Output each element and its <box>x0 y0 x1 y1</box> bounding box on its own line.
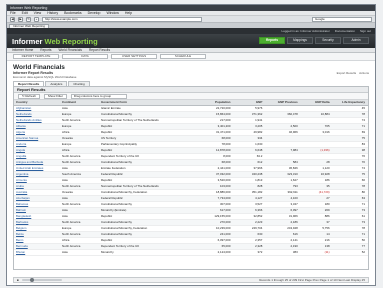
pager: ■ Records 1 through 25 of 239 First Page… <box>13 277 369 283</box>
first-page-link[interactable]: First Page <box>298 278 312 282</box>
user-settings-button[interactable]: USER SETTINGS <box>111 54 157 59</box>
cell-population: 2,124,000 <box>194 249 234 256</box>
menu-bookmarks[interactable]: Bookmarks <box>64 11 82 15</box>
report-description: Economic data against MySQL World Databa… <box>13 75 77 79</box>
report-template-button[interactable]: REPORT TEMPLATE <box>13 54 59 59</box>
brand-accent: Web Reporting <box>44 36 98 46</box>
report-toolstrip: REPORT TEMPLATE DATA USER SETTINGS SCHED… <box>7 53 375 61</box>
forward-icon[interactable]: ▶ <box>18 16 23 22</box>
tab-charting[interactable]: Charting <box>68 81 90 86</box>
menu-file[interactable]: File <box>10 11 16 15</box>
cell-gnp-delta: (11) <box>300 249 333 256</box>
app-logo: Informer Web Reporting <box>12 37 98 46</box>
breadcrumb-reports[interactable]: Reports <box>40 48 51 52</box>
cell-gnp: 372 <box>233 249 266 256</box>
refresh-label: Refresh <box>25 93 36 98</box>
add-bookmark-icon[interactable]: + <box>34 16 39 22</box>
page-indicator: Page 1 of 10 <box>319 278 337 282</box>
tab-mappings[interactable]: Mappings <box>287 37 313 44</box>
results-panel: Report Results ↻ Refresh Show Filter Dra… <box>13 86 369 270</box>
tab-admin[interactable]: Admin <box>343 37 369 44</box>
tab-report-results[interactable]: Report Results <box>13 81 45 86</box>
page-size-select[interactable]: Display 25 <box>351 278 365 282</box>
main-nav: Reports Mappings Security Admin <box>259 37 369 44</box>
cell-continent: Asia <box>60 249 99 256</box>
menu-view[interactable]: View <box>34 11 42 15</box>
pager-info: Records 1 through 25 of 239 First Page P… <box>259 278 365 282</box>
breadcrumb-report-results[interactable]: Report Results <box>89 48 110 52</box>
menu-edit[interactable]: Edit <box>22 11 28 15</box>
cell-gnp-previous: 383 <box>265 249 301 256</box>
brand-main: Informer <box>12 36 43 46</box>
cell-government-form: Monarchy <box>98 249 195 256</box>
zoom-slider[interactable] <box>21 278 62 282</box>
menu-history[interactable]: History <box>47 11 58 15</box>
show-filter-button[interactable]: Show Filter <box>43 93 67 99</box>
cell-country[interactable]: Bhutan <box>14 249 61 256</box>
menu-develop[interactable]: Develop <box>88 11 101 15</box>
sign-out-link[interactable]: Sign out <box>360 29 371 33</box>
last-page-link[interactable]: Last <box>344 278 350 282</box>
breadcrumb-world-financials[interactable]: World Financials <box>58 48 82 52</box>
app-header: Informer Web Reporting Reports Mappings … <box>7 34 375 48</box>
data-button[interactable]: DATA <box>62 54 108 59</box>
actions-button[interactable]: Actions <box>359 71 369 75</box>
table-row[interactable]: Bhutan Asia Monarchy 2,124,000 372 383 (11) 52 <box>14 249 368 256</box>
logged-in-label: Logged in as: Informer Administrator <box>281 29 330 33</box>
tab-analytics[interactable]: Analytics <box>45 81 68 86</box>
breadcrumb-home[interactable]: Informer Home <box>12 48 33 52</box>
group-columns-dropzone[interactable]: Drag columns here to group <box>70 93 127 99</box>
browser-search-input[interactable]: Google <box>312 16 372 22</box>
browser-toolbar: ◀ ▶ ↻ + http://www.example.com Google <box>7 16 375 23</box>
report-header: World Financials Informer Report Results… <box>7 61 375 80</box>
menu-help[interactable]: Help <box>125 11 132 15</box>
tab-reports[interactable]: Reports <box>259 37 285 44</box>
address-bar[interactable]: http://www.example.com <box>42 16 202 22</box>
tab-security[interactable]: Security <box>315 37 341 44</box>
refresh-button[interactable]: ↻ Refresh <box>18 93 40 99</box>
page-title: World Financials <box>13 64 65 71</box>
cell-life-expectancy: 52 <box>332 249 368 256</box>
results-table: Country Continent Government Form Popula… <box>14 100 368 256</box>
results-toolbar: ↻ Refresh Show Filter Drag columns here … <box>14 93 368 100</box>
report-actions: Export Results Actions <box>337 71 369 75</box>
zoom-slider-label: ■ <box>17 278 19 282</box>
next-page-link[interactable]: Next <box>337 278 343 282</box>
reload-icon[interactable]: ↻ <box>26 16 31 22</box>
export-results-button[interactable]: Export Results <box>337 71 357 75</box>
prev-page-link[interactable]: Prev <box>313 278 319 282</box>
slider-handle[interactable] <box>29 278 34 282</box>
results-table-body: Afghanistan Asia Islamic Emirate 22,720,000… <box>14 105 368 256</box>
browser-window: Informer Web Reporting File Edit View Hi… <box>6 4 376 286</box>
schedule-button[interactable]: SCHEDULE <box>160 54 206 59</box>
menu-window[interactable]: Window <box>106 11 118 15</box>
records-range: Records 1 through 25 of 239 <box>259 278 298 282</box>
documentation-link[interactable]: Documentation <box>335 29 355 33</box>
browser-tab[interactable]: Informer Web Reporting <box>9 24 49 28</box>
back-icon[interactable]: ◀ <box>10 16 15 22</box>
